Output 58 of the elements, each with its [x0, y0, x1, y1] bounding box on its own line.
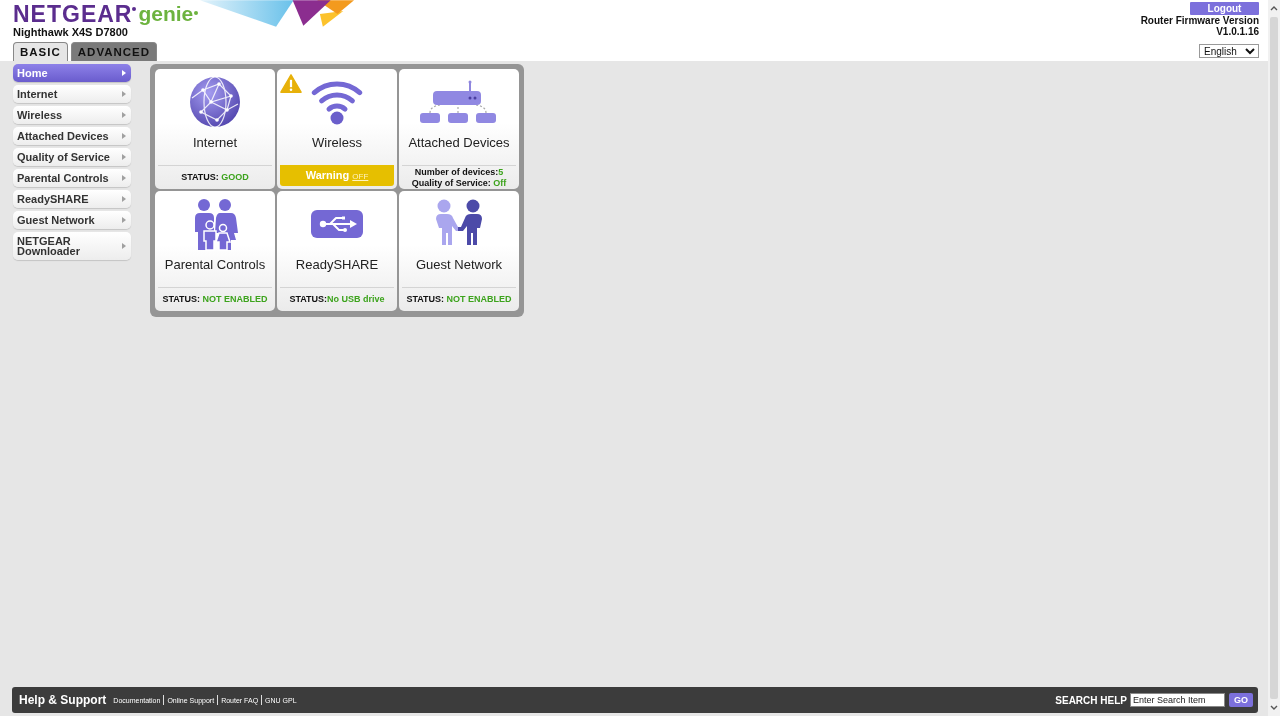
tile-title: Internet: [191, 135, 239, 151]
status-text: STATUS: GOOD: [181, 172, 249, 183]
model-name: Nighthawk X4S D7800: [13, 26, 129, 39]
sidebar-item[interactable]: Home: [13, 64, 131, 82]
tab[interactable]: BASIC: [13, 42, 68, 61]
product-logo-text: genie: [138, 1, 194, 27]
language-select[interactable]: English: [1199, 44, 1259, 58]
tile-title: ReadySHARE: [294, 257, 380, 273]
router-devices-icon: [420, 80, 498, 124]
sidebar-item[interactable]: NETGEAR Downloader: [13, 232, 131, 260]
status-text: Warning OFF: [305, 169, 369, 182]
usb-icon: [311, 210, 363, 238]
arrow-icon: [122, 91, 126, 97]
sidebar-item[interactable]: Quality of Service: [13, 148, 131, 166]
sidebar-item[interactable]: Guest Network: [13, 211, 131, 229]
arrow-icon: [122, 133, 126, 139]
scrollbar-thumb[interactable]: [1270, 17, 1278, 699]
family-icon: [192, 197, 238, 251]
logout-button[interactable]: Logout: [1190, 2, 1259, 15]
arrow-icon: [122, 154, 126, 160]
tile-title: Wireless: [311, 135, 363, 151]
dashboard-tile[interactable]: Parental Controls STATUS: NOT ENABLED: [155, 191, 275, 311]
tab[interactable]: ADVANCED: [70, 42, 158, 61]
dashboard-tile[interactable]: Wireless Warning OFF: [277, 69, 397, 189]
arrow-icon: [122, 217, 126, 223]
search-field[interactable]: Enter Search Item: [1130, 693, 1225, 707]
sidebar-item[interactable]: Wireless: [13, 106, 131, 124]
sidebar-item[interactable]: ReadySHARE: [13, 190, 131, 208]
status-text: STATUS:No USB drive: [289, 294, 385, 305]
firmware-label: Router Firmware Version: [1140, 15, 1259, 26]
registered-mark-icon: [132, 7, 137, 11]
status-text: STATUS: NOT ENABLED: [162, 294, 268, 305]
dashboard-tile[interactable]: Guest Network STATUS: NOT ENABLED: [399, 191, 519, 311]
status-text: STATUS: NOT ENABLED: [406, 294, 512, 305]
arrow-icon: [122, 175, 126, 181]
dashboard-tile[interactable]: ReadySHARE STATUS:No USB drive: [277, 191, 397, 311]
arrow-icon: [122, 70, 126, 76]
sidebar-item[interactable]: Parental Controls: [13, 169, 131, 187]
tile-title: Attached Devices: [407, 135, 511, 151]
arrow-icon: [122, 243, 126, 249]
go-button[interactable]: GO: [1229, 693, 1253, 707]
help-support-title: Help & Support: [19, 693, 107, 707]
status-text: Quality of Service: Off: [411, 177, 507, 189]
arrow-icon: [122, 112, 126, 118]
sidebar-item[interactable]: Internet: [13, 85, 131, 103]
wifi-icon: [311, 79, 363, 125]
arrow-icon: [122, 196, 126, 202]
status-text: Number of devices:5: [414, 166, 504, 178]
dashboard-tile[interactable]: Attached Devices Number of devices:5 Quality of Service: Off: [399, 69, 519, 189]
search-help-label: SEARCH HELP: [1055, 694, 1127, 706]
sidebar-item[interactable]: Attached Devices: [13, 127, 131, 145]
registered-mark-icon: [194, 11, 199, 15]
tile-title: Guest Network: [415, 257, 503, 273]
firmware-version: V1.0.1.16: [1216, 26, 1259, 37]
globe-icon: [189, 76, 241, 128]
brand-logo-text: NETGEAR: [13, 1, 133, 27]
tile-title: Parental Controls: [163, 257, 267, 273]
dashboard-tile[interactable]: Internet STATUS: GOOD: [155, 69, 275, 189]
